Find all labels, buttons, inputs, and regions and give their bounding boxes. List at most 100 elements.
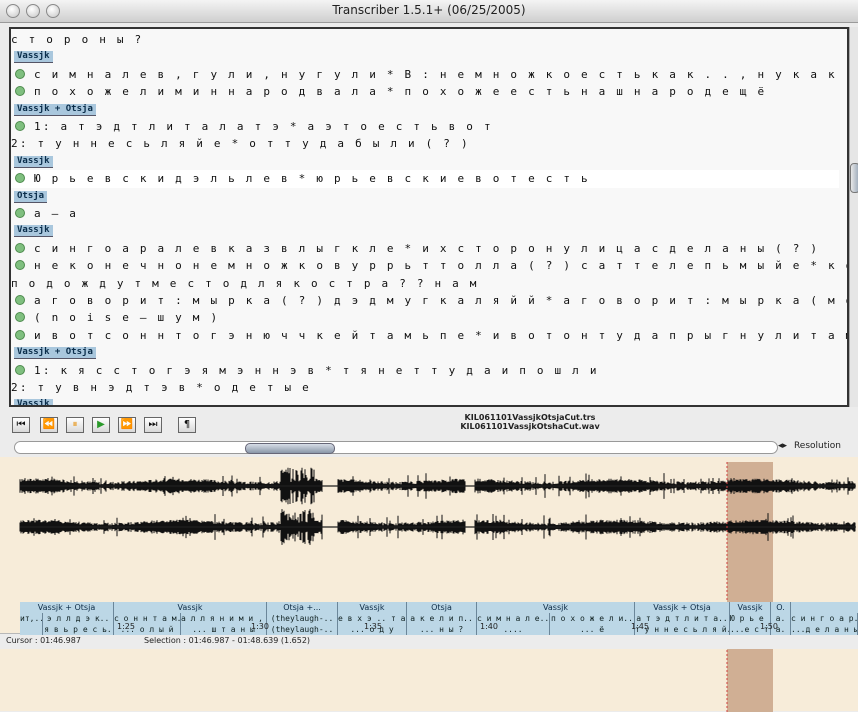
- sync-dot-icon[interactable]: [15, 173, 25, 184]
- cursor-position: Cursor : 01:46.987: [6, 636, 81, 645]
- segment-text-line1: а к е л и п..: [410, 614, 473, 623]
- speaker-turn-label[interactable]: Vassjk + Otsja: [14, 103, 96, 116]
- transcript-text: а г о в о р и т : м ы р к а ( ? ) д э д …: [34, 294, 847, 307]
- speaker-turn-label[interactable]: Vassjk: [14, 51, 53, 64]
- transcript-line[interactable]: а г о в о р и т : м ы р к а ( ? ) д э д …: [11, 292, 847, 309]
- speaker-segment[interactable]: Otsja +...: [267, 602, 338, 613]
- transcript-line[interactable]: с и м н а л е в , г у л и , н у г у л и …: [11, 66, 847, 83]
- transcript-segment[interactable]: э л л д э к.. я в ь р е с ь.: [43, 613, 114, 635]
- transcript-line[interactable]: ( n o i s e – ш у м ): [11, 309, 839, 326]
- pause-button[interactable]: ⏸: [66, 417, 84, 433]
- segment-text-line2: я в ь р е с ь.: [44, 625, 112, 634]
- sync-dot-icon[interactable]: [15, 208, 25, 218]
- segment-text-line2: ... н ы ?: [419, 625, 464, 634]
- transcript-segment[interactable]: с и н г о а р.. ...д е л а н ы(?): [791, 613, 858, 635]
- transcript-text: с и н г о а р а л е в к а з в л ы г к л …: [34, 241, 820, 255]
- rewind-button[interactable]: ⏪: [40, 417, 58, 433]
- file-names: KIL061101VassjkOtsjaCut.trs KIL061101Vas…: [430, 413, 630, 431]
- segment-text-line1: (theylaugh-..: [270, 614, 334, 623]
- transcript-text: с т о р о н ы ?: [11, 33, 144, 46]
- sync-dot-icon[interactable]: [15, 86, 25, 97]
- transcript-text: и в о т с о н н т о г э н ю ч ч к е й т …: [34, 328, 849, 342]
- waveform-scrollbar[interactable]: [14, 441, 778, 454]
- sync-dot-icon[interactable]: [15, 242, 25, 253]
- speaker-turn-label[interactable]: Vassjk: [14, 225, 53, 238]
- transcript-line[interactable]: Ю р ь е в с к и д э л ь л е в * ю р ь е …: [11, 170, 839, 188]
- sync-dot-icon[interactable]: [15, 260, 25, 271]
- wav-filename: KIL061101VassjkOtshaCut.wav: [460, 422, 600, 431]
- sync-dot-icon[interactable]: [15, 364, 25, 375]
- sync-dot-icon[interactable]: [15, 68, 25, 79]
- speaker-turn-label[interactable]: Vassjk: [14, 155, 53, 168]
- transcript-line[interactable]: 2: т у в н э д т э в * о д е т ы е: [11, 379, 839, 396]
- speaker-segment[interactable]: Otsja: [407, 602, 477, 613]
- sync-dot-icon[interactable]: [15, 295, 25, 305]
- time-tick-label: 1:35: [364, 622, 382, 631]
- playback-toolbar: KIL061101VassjkOtsjaCut.trs KIL061101Vas…: [0, 411, 858, 437]
- transcript-line[interactable]: с и н г о а р а л е в к а з в л ы г к л …: [11, 240, 839, 257]
- speaker-segment[interactable]: Vassjk: [338, 602, 407, 613]
- resolution-control[interactable]: ◂▸ Resolution: [778, 441, 858, 455]
- transcription-editor[interactable]: с т о р о н ы ? Vassjk с и м н а л е в , г…: [9, 27, 849, 407]
- transcript-text: ( n o i s e – ш у м ): [34, 311, 220, 325]
- time-tick-label: 1:50: [760, 622, 778, 631]
- editor-scroll-thumb[interactable]: [850, 163, 858, 193]
- play-button[interactable]: ▶: [92, 417, 110, 433]
- speaker-segment[interactable]: Vassjk: [730, 602, 771, 613]
- transcript-line[interactable]: 2: т у н н е с ь л я й е * о т т у д а б…: [11, 135, 839, 152]
- transcript-text: 1: а т э д т л и т а л а т э * а э т о е…: [34, 120, 493, 133]
- transcript-line[interactable]: 1: к я с с т о г э я м э н н э в * т я н…: [11, 362, 839, 379]
- segment-text-line1: п о х о ж е л и..: [551, 614, 633, 623]
- forward-button[interactable]: ⏩: [118, 417, 136, 433]
- transcript-line[interactable]: с т о р о н ы ?: [11, 31, 839, 48]
- transcript-segment[interactable]: п о х о ж е л и.. ... ё: [550, 613, 635, 635]
- waveform-scroll-thumb[interactable]: [245, 443, 335, 454]
- speaker-segment-continued[interactable]: [791, 602, 858, 613]
- segment-text-line2: (theylaugh-..: [270, 625, 334, 634]
- transcript-line[interactable]: и в о т с о н н т о г э н ю ч ч к е й т …: [11, 327, 847, 344]
- selection-range: Selection : 01:46.987 - 01:48.639 (1.652…: [144, 636, 311, 645]
- sync-dot-icon[interactable]: [15, 312, 25, 323]
- speaker-segment[interactable]: Vassjk: [114, 602, 267, 613]
- speaker-segment[interactable]: O.: [771, 602, 791, 613]
- transcript-text: а – а: [34, 207, 79, 220]
- scroll-right-arrow-icon[interactable]: ▸: [783, 441, 788, 451]
- transcript-text: 1: к я с с т о г э я м э н н э в * т я н…: [34, 363, 599, 377]
- segment-text-line1: с и н г о а р..: [791, 614, 858, 623]
- speaker-segment[interactable]: Vassjk + Otsja: [635, 602, 730, 613]
- editor-scrollbar[interactable]: [849, 27, 858, 407]
- speaker-segment[interactable]: Vassjk + Otsja: [20, 602, 114, 613]
- transcript-line[interactable]: п о д о ж д у т м е с т о д л я к о с т …: [11, 275, 839, 292]
- paragraph-button[interactable]: ¶: [178, 417, 196, 433]
- sync-dot-icon[interactable]: [15, 121, 25, 131]
- transcript-text: 2: т у в н э д т э в * о д е т ы е: [11, 381, 311, 394]
- time-tick-label: 1:25: [117, 622, 135, 631]
- rewind-start-button[interactable]: ⏮: [12, 417, 30, 433]
- transcript-line[interactable]: п о х о ж е л и м и н н а р о д в а л а …: [11, 83, 839, 100]
- speaker-turn-label[interactable]: Otsja: [14, 190, 48, 203]
- segment-text-line2: ... ё: [579, 625, 605, 634]
- transcript-text: Ю р ь е в с к и д э л ь л е в * ю р ь е …: [34, 172, 590, 186]
- transcript-text: п о д о ж д у т м е с т о д л я к о с т …: [11, 276, 479, 290]
- forward-end-button[interactable]: ⏭: [144, 417, 162, 433]
- speaker-turn-label[interactable]: Vassjk: [14, 399, 53, 405]
- transcript-line[interactable]: н е к о н е ч н о н е м н о ж к о в у р …: [11, 257, 847, 274]
- transcript-segment[interactable]: а т э д т л и т а.. т у н н е с ь л я й..: [635, 613, 730, 635]
- window-title: Transcriber 1.5.1+ (06/25/2005): [332, 3, 526, 17]
- sync-dot-icon[interactable]: [15, 329, 25, 340]
- transcript-segment[interactable]: ит,..: [20, 613, 43, 635]
- transcript-text: 2: т у н н е с ь л я й е * о т т у д а б…: [11, 137, 470, 151]
- transcript-text: с и м н а л е в , г у л и , н у г у л и …: [34, 67, 849, 81]
- selection-region[interactable]: [727, 462, 773, 712]
- transcript-segment[interactable]: (theylaugh-.. (theylaugh-..: [267, 613, 338, 635]
- speaker-turn-label[interactable]: Vassjk + Otsja: [14, 347, 96, 360]
- speaker-segment[interactable]: Vassjk: [477, 602, 635, 613]
- segment-text-line1: а т э д т л и т а..: [636, 614, 728, 623]
- segment-text-line1: ит,..: [20, 614, 43, 623]
- transcript-segment[interactable]: а к е л и п.. ... н ы ?: [407, 613, 477, 635]
- waveform-view[interactable]: [0, 457, 858, 712]
- segment-text-line1: э л л д э к..: [46, 614, 110, 623]
- transcript-line[interactable]: 1: а т э д т л и т а л а т э * а э т о е…: [11, 118, 839, 135]
- transcript-line[interactable]: а – а: [11, 205, 839, 222]
- time-tick-label: 1:45: [631, 622, 649, 631]
